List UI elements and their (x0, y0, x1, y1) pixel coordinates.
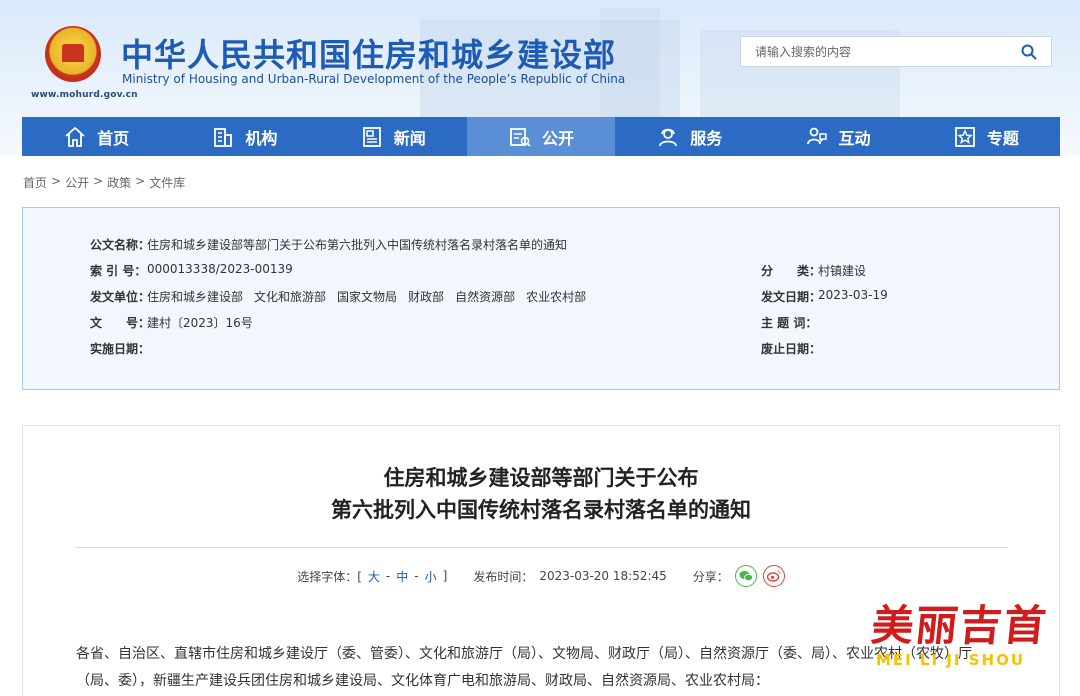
nav-label: 机构 (245, 128, 278, 148)
watermark-logo: 美丽吉首 (869, 601, 1051, 650)
category-label: 分 类： (761, 264, 822, 278)
site-header: www.mohurd.gov.cn 中华人民共和国住房和城乡建设部 Minist… (0, 0, 1080, 156)
title-divider (76, 547, 1008, 548)
subject-row: 主 题 词： (761, 314, 818, 331)
index-value: 000013338/2023-00139 (147, 262, 293, 276)
document-icon (510, 127, 531, 147)
category-row: 分 类： 村镇建设 (761, 262, 866, 279)
nav-label: 公开 (541, 128, 574, 148)
share-label: 分享： (692, 569, 729, 584)
news-icon (362, 126, 381, 147)
breadcrumb-library[interactable]: 文件库 (149, 174, 185, 191)
date-value: 2023-03-19 (818, 288, 888, 302)
nav-label: 互动 (838, 128, 871, 148)
site-title[interactable]: 中华人民共和国住房和城乡建设部 (121, 30, 616, 76)
issuer-label: 发文单位： (90, 290, 151, 304)
watermark-logo-english: MEI LI JI SHOU (876, 651, 1026, 669)
index-label: 索 引 号： (90, 264, 147, 278)
home-icon (65, 126, 85, 147)
site-title-english: Ministry of Housing and Urban-Rural Deve… (122, 72, 626, 86)
nav-item-home[interactable]: 首页 (22, 117, 170, 156)
font-bracket-end: ] (442, 569, 448, 583)
document-info-box: 公文名称： 住房和城乡建设部等部门关于公布第六批列入中国传统村落名录村落名单的通… (22, 207, 1060, 390)
building-icon (214, 127, 233, 147)
expiry-row: 废止日期： (761, 340, 822, 357)
font-large-link[interactable]: 大 (368, 568, 380, 585)
article-title-line1: 住房和城乡建设部等部门关于公布 (383, 466, 699, 490)
date-label: 发文日期： (761, 290, 822, 304)
index-row: 索 引 号： 000013338/2023-00139 (90, 262, 293, 279)
issuer-item: 农业农村部 (526, 290, 587, 304)
search-button[interactable] (1007, 37, 1051, 66)
interaction-icon (806, 127, 827, 144)
issuer-item: 住房和城乡建设部 (147, 290, 244, 304)
nav-item-topics[interactable]: 专题 (912, 117, 1060, 156)
issuer-item: 财政部 (408, 290, 445, 304)
docno-label: 文 号： (90, 316, 151, 330)
search-input[interactable] (741, 37, 1007, 66)
nav-item-interaction[interactable]: 互动 (763, 117, 911, 156)
national-emblem-icon[interactable] (45, 26, 101, 82)
nav-label: 服务 (690, 128, 723, 148)
breadcrumb-policy[interactable]: 政策 (107, 174, 131, 191)
subject-label: 主 题 词： (761, 316, 818, 330)
nav-item-institutions[interactable]: 机构 (170, 117, 318, 156)
issuer-list: 住房和城乡建设部 文化和旅游部 国家文物局 财政部 自然资源部 农业农村部 (147, 288, 597, 305)
site-url[interactable]: www.mohurd.gov.cn (31, 90, 138, 100)
nav-item-service[interactable]: 服务 (615, 117, 763, 156)
search-icon (1021, 44, 1037, 60)
font-separator: - (385, 569, 391, 583)
expiry-label: 废止日期： (761, 342, 822, 356)
nav-label: 专题 (986, 128, 1019, 148)
breadcrumb-public[interactable]: 公开 (65, 174, 89, 191)
issuer-row: 发文单位： 住房和城乡建设部 文化和旅游部 国家文物局 财政部 自然资源部 农业农村部 (90, 288, 597, 305)
breadcrumb-home[interactable]: 首页 (23, 174, 47, 191)
effective-label: 实施日期： (90, 342, 151, 356)
docno-value: 建村〔2023〕16号 (147, 316, 253, 330)
font-size-label: 选择字体：[ (297, 569, 362, 584)
issuer-item: 自然资源部 (455, 290, 516, 304)
issuer-item: 国家文物局 (337, 290, 398, 304)
article-title-line2: 第六批列入中国传统村落名录村落名单的通知 (331, 498, 751, 522)
doc-name-label: 公文名称： (90, 238, 151, 252)
doc-name-row: 公文名称： 住房和城乡建设部等部门关于公布第六批列入中国传统村落名录村落名单的通… (90, 236, 567, 253)
font-separator: - (414, 569, 419, 583)
date-row: 发文日期： 2023-03-19 (761, 288, 888, 305)
weibo-icon[interactable] (762, 565, 785, 587)
docno-row: 文 号： 建村〔2023〕16号 (90, 314, 253, 331)
nav-label: 首页 (97, 128, 130, 148)
publish-label: 发布时间： (473, 569, 534, 584)
star-icon (954, 126, 975, 147)
doc-name-value: 住房和城乡建设部等部门关于公布第六批列入中国传统村落名录村落名单的通知 (147, 238, 568, 252)
search-box (740, 36, 1052, 67)
font-small-link[interactable]: 小 (425, 568, 437, 585)
breadcrumb-separator: > (51, 174, 62, 188)
service-icon (659, 128, 678, 146)
category-value: 村镇建设 (818, 264, 867, 278)
breadcrumb-separator: > (135, 174, 146, 188)
article-meta: 选择字体：[ 大- 中- 小 ] 发布时间： 2023-03-20 18:52:… (23, 565, 1059, 587)
font-medium-link[interactable]: 中 (396, 568, 408, 585)
breadcrumb-separator: > (93, 174, 104, 188)
nav-item-public[interactable]: 公开 (466, 117, 616, 156)
nav-label: 新闻 (393, 128, 426, 148)
issuer-item: 文化和旅游部 (254, 290, 327, 304)
nav-item-news[interactable]: 新闻 (319, 117, 467, 156)
publish-time: 2023-03-20 18:52:45 (539, 569, 667, 583)
main-nav: 首页 机构 新闻 公开 服务 互动 专题 (22, 117, 1060, 156)
wechat-icon[interactable] (734, 565, 757, 587)
breadcrumb: 首页 > 公开 > 政策 > 文件库 (23, 174, 185, 191)
effective-row: 实施日期： (90, 340, 151, 357)
